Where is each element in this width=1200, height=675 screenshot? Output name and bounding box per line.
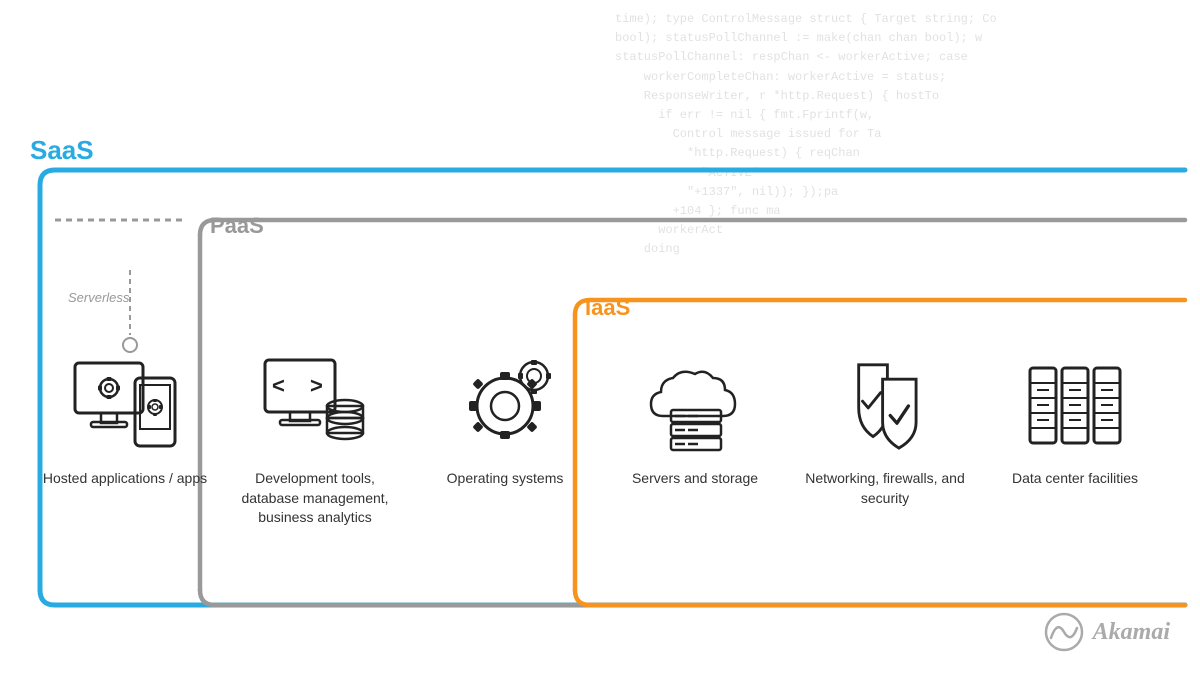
servers-label: Servers and storage bbox=[632, 469, 758, 489]
item-servers: Servers and storage bbox=[610, 355, 780, 489]
iaas-label: IaaS bbox=[585, 295, 630, 321]
svg-text:<: < bbox=[272, 373, 285, 398]
os-label: Operating systems bbox=[447, 469, 564, 489]
datacenter-icon bbox=[1020, 355, 1130, 455]
hosted-apps-label: Hosted applications / apps bbox=[43, 469, 207, 489]
item-hosted-apps: Hosted applications / apps bbox=[40, 355, 210, 489]
items-row: Hosted applications / apps < > Developme… bbox=[30, 355, 1170, 528]
paas-label: PaaS bbox=[210, 213, 264, 239]
item-datacenter: Data center facilities bbox=[990, 355, 1160, 489]
akamai-text: Akamai bbox=[1093, 619, 1170, 646]
svg-text:>: > bbox=[310, 373, 323, 398]
os-icon bbox=[450, 355, 560, 455]
networking-label: Networking, firewalls, and security bbox=[800, 469, 970, 508]
datacenter-label: Data center facilities bbox=[1012, 469, 1138, 489]
item-dev-tools: < > Development tools, database manageme… bbox=[230, 355, 400, 528]
code-background: time); type ControlMessage struct { Targ… bbox=[600, 0, 1200, 300]
akamai-logo: Akamai bbox=[1039, 610, 1170, 655]
diagram-brackets bbox=[0, 0, 1200, 675]
item-networking: Networking, firewalls, and security bbox=[800, 355, 970, 508]
hosted-apps-icon bbox=[70, 355, 180, 455]
dev-tools-icon: < > bbox=[260, 355, 370, 455]
serverless-label: Serverless bbox=[68, 290, 129, 305]
saas-label: SaaS bbox=[30, 135, 94, 166]
dev-tools-label: Development tools, database management, … bbox=[230, 469, 400, 528]
networking-icon bbox=[830, 355, 940, 455]
item-os: Operating systems bbox=[420, 355, 590, 489]
servers-icon bbox=[640, 355, 750, 455]
